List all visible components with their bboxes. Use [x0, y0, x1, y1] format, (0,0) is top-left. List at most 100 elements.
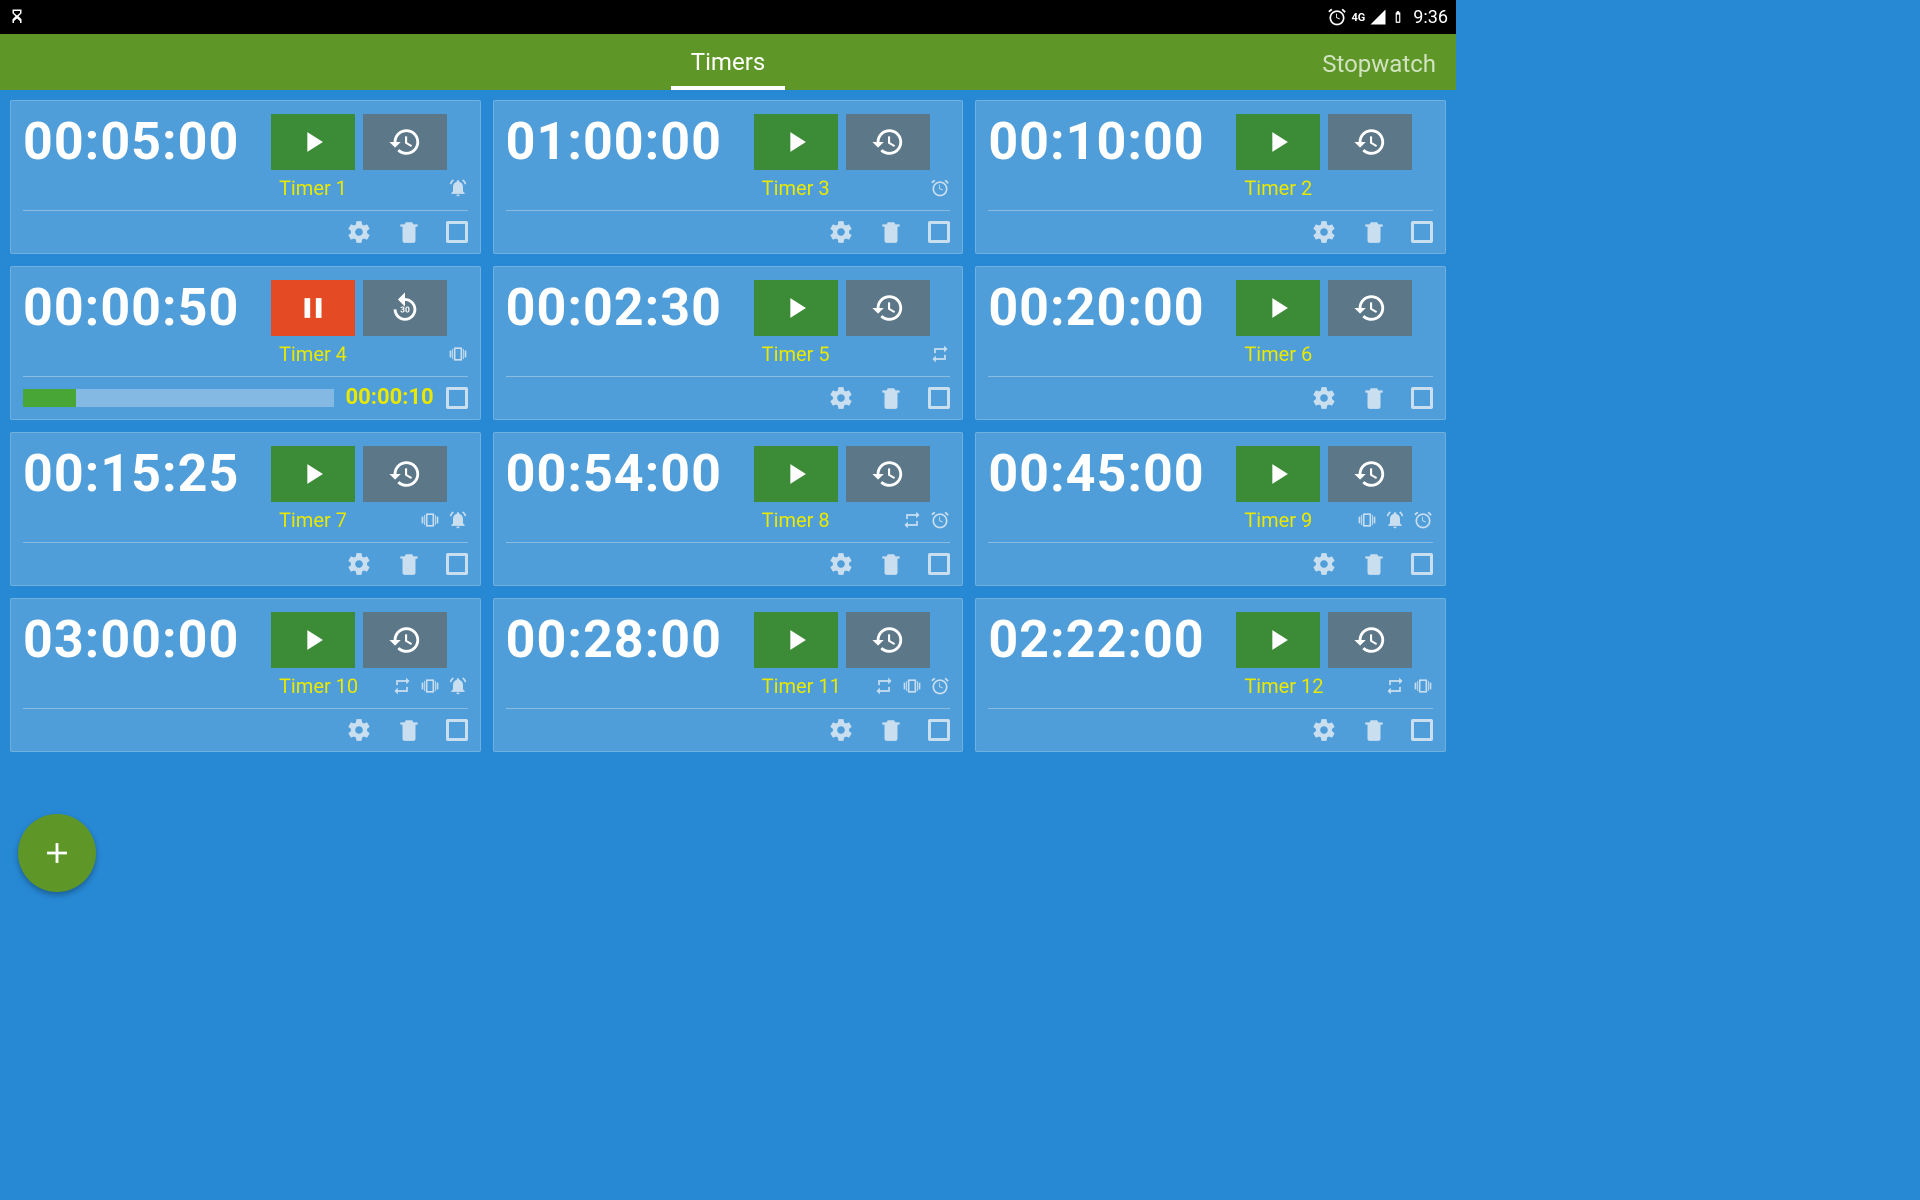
reset-button[interactable]	[1328, 280, 1412, 336]
reset-button[interactable]	[1328, 446, 1412, 502]
timer-time[interactable]: 00:00:50	[23, 277, 263, 338]
play-button[interactable]	[271, 612, 355, 668]
trash-icon[interactable]	[878, 717, 904, 743]
select-checkbox[interactable]	[928, 221, 950, 243]
timer-time[interactable]: 00:02:30	[506, 277, 746, 338]
trash-icon[interactable]	[1361, 717, 1387, 743]
reset-button[interactable]	[363, 114, 447, 170]
timer-time[interactable]: 02:22:00	[988, 609, 1228, 670]
reset-button[interactable]	[846, 612, 930, 668]
play-button[interactable]	[754, 114, 838, 170]
timer-name[interactable]: Timer 10	[279, 674, 358, 698]
reset-button[interactable]	[363, 446, 447, 502]
timer-name[interactable]: Timer 1	[279, 176, 347, 200]
timer-time[interactable]: 00:15:25	[23, 443, 263, 504]
select-checkbox[interactable]	[928, 553, 950, 575]
timer-name[interactable]: Timer 8	[762, 508, 830, 532]
reset-button[interactable]	[363, 612, 447, 668]
repeat-icon	[874, 676, 894, 696]
gear-icon[interactable]	[1311, 551, 1337, 577]
tabbar: Timers Stopwatch	[0, 34, 1456, 90]
gear-icon[interactable]	[828, 551, 854, 577]
divider	[23, 542, 468, 543]
reset-button[interactable]	[1328, 114, 1412, 170]
timer-card: 01:00:00 Timer 3	[493, 100, 964, 254]
play-button[interactable]	[271, 114, 355, 170]
timer-time[interactable]: 00:54:00	[506, 443, 746, 504]
timer-name[interactable]: Timer 7	[279, 508, 347, 532]
timer-time[interactable]: 01:00:00	[506, 111, 746, 172]
trash-icon[interactable]	[396, 219, 422, 245]
play-button[interactable]	[754, 280, 838, 336]
trash-icon[interactable]	[878, 385, 904, 411]
gear-icon[interactable]	[346, 551, 372, 577]
timer-time[interactable]: 00:10:00	[988, 111, 1228, 172]
reset-button[interactable]	[846, 446, 930, 502]
timer-name[interactable]: Timer 9	[1244, 508, 1312, 532]
gear-icon[interactable]	[1311, 385, 1337, 411]
add-timer-button[interactable]	[18, 814, 96, 892]
select-checkbox[interactable]	[1411, 221, 1433, 243]
play-button[interactable]	[1236, 114, 1320, 170]
trash-icon[interactable]	[878, 551, 904, 577]
select-checkbox[interactable]	[928, 719, 950, 741]
trash-icon[interactable]	[396, 717, 422, 743]
tab-timers[interactable]: Timers	[671, 34, 785, 90]
trash-icon[interactable]	[878, 219, 904, 245]
select-checkbox[interactable]	[446, 719, 468, 741]
gear-icon[interactable]	[828, 385, 854, 411]
select-checkbox[interactable]	[1411, 553, 1433, 575]
timer-card: 02:22:00 Timer 12	[975, 598, 1446, 752]
timer-time[interactable]: 00:28:00	[506, 609, 746, 670]
timer-time[interactable]: 03:00:00	[23, 609, 263, 670]
indicator-group	[448, 178, 468, 198]
select-checkbox[interactable]	[1411, 719, 1433, 741]
trash-icon[interactable]	[1361, 385, 1387, 411]
reset-button[interactable]	[846, 114, 930, 170]
play-button[interactable]	[1236, 446, 1320, 502]
vibrate-icon	[448, 344, 468, 364]
indicator-group	[392, 676, 468, 696]
timer-card: 00:00:50Timer 400:00:10	[10, 266, 481, 420]
history-icon	[871, 623, 905, 657]
timer-name[interactable]: Timer 3	[762, 176, 830, 200]
tab-stopwatch[interactable]: Stopwatch	[1302, 36, 1456, 88]
timer-name[interactable]: Timer 11	[762, 674, 841, 698]
gear-icon[interactable]	[1311, 717, 1337, 743]
trash-icon[interactable]	[1361, 551, 1387, 577]
timer-name[interactable]: Timer 4	[279, 342, 347, 366]
timer-name[interactable]: Timer 6	[1244, 342, 1312, 366]
gear-icon[interactable]	[346, 717, 372, 743]
play-button[interactable]	[754, 612, 838, 668]
rewind-button[interactable]	[363, 280, 447, 336]
timer-time[interactable]: 00:05:00	[23, 111, 263, 172]
gear-icon[interactable]	[1311, 219, 1337, 245]
trash-icon[interactable]	[1361, 219, 1387, 245]
gear-icon[interactable]	[828, 717, 854, 743]
select-checkbox[interactable]	[928, 387, 950, 409]
vibrate-icon	[902, 676, 922, 696]
timer-name[interactable]: Timer 5	[762, 342, 830, 366]
play-button[interactable]	[271, 446, 355, 502]
reset-button[interactable]	[1328, 612, 1412, 668]
play-button[interactable]	[754, 446, 838, 502]
play-icon	[296, 623, 330, 657]
timer-time[interactable]: 00:20:00	[988, 277, 1228, 338]
reset-button[interactable]	[846, 280, 930, 336]
select-checkbox[interactable]	[446, 553, 468, 575]
timer-name[interactable]: Timer 2	[1244, 176, 1312, 200]
trash-icon[interactable]	[396, 551, 422, 577]
gear-icon[interactable]	[828, 219, 854, 245]
pause-button[interactable]	[271, 280, 355, 336]
timer-card: 03:00:00 Timer 10	[10, 598, 481, 752]
timer-name[interactable]: Timer 12	[1244, 674, 1323, 698]
select-checkbox[interactable]	[446, 387, 468, 409]
play-button[interactable]	[1236, 280, 1320, 336]
divider	[988, 542, 1433, 543]
select-checkbox[interactable]	[1411, 387, 1433, 409]
timer-card: 00:54:00 Timer 8	[493, 432, 964, 586]
gear-icon[interactable]	[346, 219, 372, 245]
timer-time[interactable]: 00:45:00	[988, 443, 1228, 504]
play-button[interactable]	[1236, 612, 1320, 668]
select-checkbox[interactable]	[446, 221, 468, 243]
